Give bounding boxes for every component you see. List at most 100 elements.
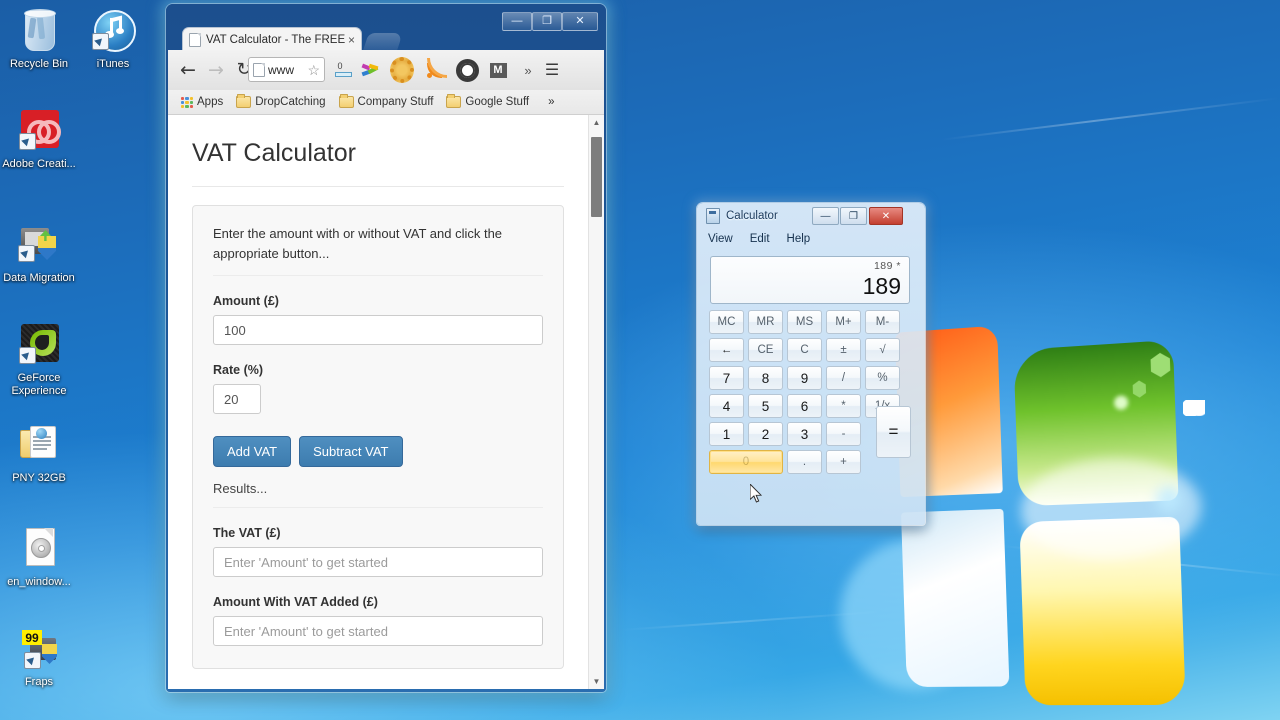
desktop-icon-en-windows-iso[interactable]: en_window... (0, 526, 78, 589)
key-five[interactable]: 5 (748, 394, 783, 418)
browser-close-button[interactable]: ✕ (562, 12, 598, 31)
key-minus[interactable]: - (826, 422, 861, 446)
key-two[interactable]: 2 (748, 422, 783, 446)
key-mem-store[interactable]: MS (787, 310, 822, 334)
calculator-maximize-button[interactable]: ❐ (840, 207, 867, 225)
rate-input[interactable]: 20 (213, 384, 261, 414)
key-mem-add[interactable]: M+ (826, 310, 861, 334)
key-backspace[interactable]: ← (709, 338, 744, 362)
menu-view[interactable]: View (708, 233, 733, 245)
scroll-up-button[interactable]: ▲ (589, 115, 604, 130)
calculator-close-button[interactable]: ✕ (869, 207, 903, 225)
bookmark-google-stuff[interactable]: Google Stuff (441, 94, 534, 110)
calculator-minimize-button[interactable]: — (812, 207, 839, 225)
desktop-icon-adobe-creative-cloud[interactable]: Adobe Creati... (0, 108, 78, 171)
bookmark-apps[interactable]: Apps (176, 94, 228, 110)
chrome-menu-button[interactable]: ☰ (540, 58, 564, 82)
browser-minimize-button[interactable]: — (502, 12, 532, 31)
key-sqrt[interactable]: √ (865, 338, 900, 362)
key-clear-entry[interactable]: CE (748, 338, 783, 362)
key-seven[interactable]: 7 (709, 366, 744, 390)
key-decimal[interactable]: . (787, 450, 822, 474)
desktop-icon-label: en_window... (7, 576, 71, 588)
results-label: Results... (213, 467, 543, 508)
settings-gear-icon[interactable] (455, 58, 479, 82)
recycle-bin-icon (16, 8, 62, 54)
bookmarks-bar: Apps DropCatching Company Stuff Google S… (168, 90, 604, 115)
desktop-icon-geforce-experience[interactable]: GeForce Experience (0, 322, 78, 398)
key-zero-label: 0 (742, 456, 750, 468)
menu-help[interactable]: Help (787, 233, 811, 245)
forward-button[interactable]: → (204, 59, 228, 81)
desktop-icon-label: Data Migration (3, 272, 75, 284)
desktop-icon-label: Fraps (24, 676, 54, 688)
key-mem-recall[interactable]: MR (748, 310, 783, 334)
toolbar-overflow-button[interactable]: » (516, 58, 540, 82)
itunes-icon (90, 8, 136, 54)
address-bar[interactable]: www ☆ (248, 57, 325, 82)
maximize-icon: ❐ (542, 15, 552, 27)
colorful-brush-icon[interactable] (358, 58, 382, 82)
browser-tab[interactable]: VAT Calculator - The FREE × (182, 27, 362, 51)
rss-feed-icon[interactable] (422, 57, 447, 82)
desktop-icon-label: GeForce Experience (11, 372, 67, 397)
bookmarks-overflow-button[interactable]: » (543, 94, 559, 110)
key-six[interactable]: 6 (787, 394, 822, 418)
butterfly-icon (1183, 400, 1205, 416)
key-mem-subtract[interactable]: M- (865, 310, 900, 334)
download-counter-icon[interactable]: 0 (331, 58, 355, 82)
bookmark-dropcatching[interactable]: DropCatching (231, 94, 330, 110)
browser-titlebar[interactable]: — ❐ ✕ VAT Calculator - The FREE × (166, 4, 606, 51)
key-clear[interactable]: C (787, 338, 822, 362)
key-plus[interactable]: + (826, 450, 861, 474)
key-mem-clear[interactable]: MC (709, 310, 744, 334)
desktop-icon-pny-32gb[interactable]: PNY 32GB (0, 422, 78, 485)
bookmark-star-icon[interactable]: ☆ (307, 63, 320, 77)
the-vat-output[interactable]: Enter 'Amount' to get started (213, 547, 543, 577)
key-one[interactable]: 1 (709, 422, 744, 446)
add-vat-button[interactable]: Add VAT (213, 436, 292, 467)
calculator-menubar: View Edit Help (697, 229, 925, 249)
calculator-titlebar[interactable]: Calculator — ❐ ✕ (697, 203, 925, 229)
key-equals[interactable]: = (876, 406, 911, 458)
key-multiply[interactable]: * (826, 394, 861, 418)
desktop-icon-label: Recycle Bin (9, 58, 69, 70)
back-button[interactable]: ← (176, 59, 200, 81)
key-nine[interactable]: 9 (787, 366, 822, 390)
amount-input[interactable]: 100 (213, 315, 543, 345)
key-eight[interactable]: 8 (748, 366, 783, 390)
new-tab-button[interactable] (363, 33, 403, 50)
title-divider (192, 186, 564, 187)
browser-maximize-button[interactable]: ❐ (532, 12, 562, 31)
key-divide[interactable]: / (826, 366, 861, 390)
key-percent[interactable]: % (865, 366, 900, 390)
key-zero[interactable]: 0 (709, 450, 783, 474)
bookmark-label: Apps (197, 96, 224, 108)
action-button-row: Add VAT Subtract VAT (213, 436, 543, 467)
subtract-vat-button[interactable]: Subtract VAT (299, 436, 403, 467)
calculator-window[interactable]: Calculator — ❐ ✕ View Edit Help 189 * 18… (697, 203, 925, 525)
key-four[interactable]: 4 (709, 394, 744, 418)
desktop-icon-fraps[interactable]: 99 Fraps (0, 626, 78, 689)
desktop-icon-recycle-bin[interactable]: Recycle Bin (0, 8, 78, 71)
bookmark-company-stuff[interactable]: Company Stuff (334, 94, 439, 110)
chevron-up-icon: ▲ (592, 118, 601, 127)
desktop-icon-itunes[interactable]: iTunes (74, 8, 152, 71)
desktop-icon-data-migration[interactable]: Data Migration (0, 222, 78, 285)
amount-with-vat-output[interactable]: Enter 'Amount' to get started (213, 616, 543, 646)
minimize-icon: — (820, 210, 831, 222)
gmail-icon[interactable]: M (486, 58, 510, 82)
scrollbar-thumb[interactable] (591, 137, 602, 217)
scroll-down-button[interactable]: ▼ (589, 674, 604, 689)
menu-edit[interactable]: Edit (750, 233, 770, 245)
browser-window[interactable]: — ❐ ✕ VAT Calculator - The FREE × ← → ↻ … (166, 4, 606, 692)
page-scrollbar[interactable]: ▲ ▼ (588, 115, 604, 689)
tab-close-icon[interactable]: × (348, 33, 355, 47)
key-three[interactable]: 3 (787, 422, 822, 446)
seo-gear-icon[interactable] (390, 57, 414, 83)
minimize-icon: — (511, 15, 523, 27)
amount-label: Amount (£) (213, 294, 279, 308)
geforce-experience-icon (16, 322, 62, 368)
instruction-text: Enter the amount with or without VAT and… (213, 224, 543, 276)
key-sign[interactable]: ± (826, 338, 861, 362)
